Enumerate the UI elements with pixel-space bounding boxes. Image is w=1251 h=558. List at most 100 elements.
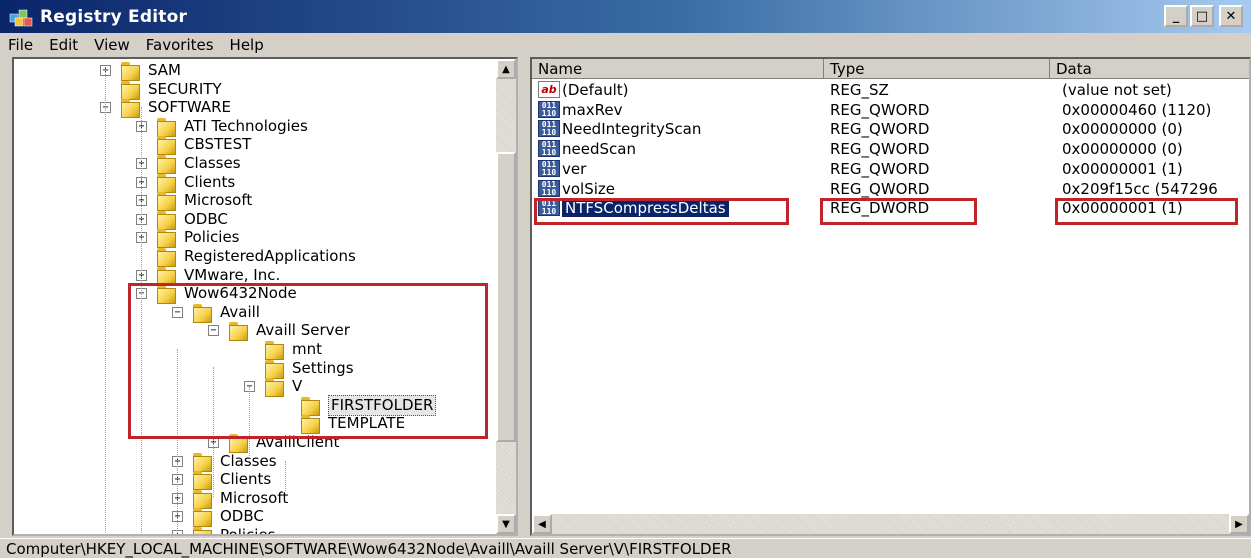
value-data: 0x00000000 (0)	[1062, 120, 1183, 139]
tree-node-label: mnt	[292, 340, 322, 358]
value-data: 0x00000460 (1120)	[1062, 100, 1212, 119]
value-name: needScan	[562, 140, 636, 159]
folder-icon	[154, 285, 176, 305]
values-list-pane[interactable]: Name Type Data ab (Default) REG_SZ (value n…	[530, 57, 1251, 536]
binary-value-icon: 011 110	[538, 159, 560, 177]
tree-node[interactable]: − Availl	[172, 303, 260, 323]
folder-icon	[190, 471, 212, 491]
tree-node[interactable]: − Wow6432Node	[136, 284, 297, 305]
collapse-minus-icon[interactable]: −	[208, 325, 219, 337]
tree-node[interactable]: + Microsoft	[136, 191, 252, 212]
status-bar-path: Computer\HKEY_LOCAL_MACHINE\SOFTWARE\Wow…	[0, 538, 1251, 558]
folder-icon	[118, 99, 140, 119]
registry-value-row[interactable]: 011 110 NeedIntegrityScan REG_QWORD 0x00000…	[532, 119, 1249, 139]
title-bar: Registry Editor _ □ ✕	[0, 0, 1251, 33]
tree-guide-line	[177, 349, 178, 534]
tree-node[interactable]: + ODBC	[172, 507, 264, 528]
tree-node[interactable]: + Policies	[136, 228, 240, 249]
tree-node[interactable]: + Clients	[172, 470, 272, 491]
value-data: (value not set)	[1062, 81, 1172, 99]
tree-node[interactable]: + ODBC	[136, 209, 228, 230]
registry-value-row[interactable]: 011 110 needScan REG_QWORD 0x00000000 (0)	[532, 139, 1249, 159]
tree-guide-line	[141, 107, 142, 534]
value-name: NTFSCompressDeltas	[562, 199, 729, 218]
tree-node[interactable]: + SAM	[100, 61, 182, 81]
tree-node[interactable]: mnt	[244, 340, 322, 360]
folder-icon	[154, 248, 176, 267]
tree-vertical-scrollbar[interactable]: ▲ ▼	[496, 59, 516, 534]
tree-node[interactable]: + Classes	[136, 154, 241, 174]
tree-node[interactable]: + Policies	[172, 526, 275, 534]
column-header-name[interactable]: Name	[532, 59, 824, 79]
tree-node-label: CBSTEST	[184, 135, 252, 154]
tree-node-label: FIRSTFOLDER	[328, 394, 437, 416]
tree-node[interactable]: + Classes	[172, 452, 277, 472]
folder-icon	[190, 489, 212, 509]
menu-file[interactable]: File	[0, 36, 41, 54]
value-data: 0x00000001 (1)	[1062, 199, 1183, 218]
key-tree-pane[interactable]: + SAM SECURITY − SOFTWARE + ATI Technologies CB…	[12, 57, 518, 536]
maximize-button[interactable]: □	[1190, 5, 1214, 27]
tree-node[interactable]: + AvaillClient	[208, 433, 339, 453]
scroll-up-arrow-icon[interactable]: ▲	[496, 59, 516, 79]
tree-node[interactable]: RegisteredApplications	[136, 247, 356, 267]
tree-node[interactable]: + Microsoft	[172, 488, 289, 509]
value-data: 0x00000000 (0)	[1062, 140, 1183, 159]
folder-icon	[154, 173, 176, 193]
tree-node[interactable]: + ATI Technologies	[136, 117, 308, 137]
value-name: (Default)	[562, 81, 629, 99]
tree-node-label: RegisteredApplications	[184, 247, 356, 265]
close-button[interactable]: ✕	[1219, 5, 1243, 27]
tree-node-label: Policies	[184, 228, 240, 247]
scroll-right-arrow-icon[interactable]: ▶	[1229, 514, 1249, 534]
tree-node[interactable]: − Availl Server	[208, 321, 350, 342]
tree-node-label: ODBC	[184, 209, 228, 228]
values-horizontal-scrollbar[interactable]: ◀ ▶	[532, 514, 1249, 534]
registry-value-row[interactable]: 011 110 ver REG_QWORD 0x00000001 (1)	[532, 159, 1249, 179]
value-name-cell: 011 110 volSize	[538, 179, 822, 199]
tree-node-label: SAM	[148, 61, 182, 79]
scroll-left-arrow-icon[interactable]: ◀	[532, 514, 552, 534]
tree-node[interactable]: SECURITY	[100, 80, 222, 100]
registry-value-row[interactable]: 011 110 NTFSCompressDeltas REG_DWORD 0x0000…	[532, 198, 1249, 218]
value-data: 0x209f15cc (547296	[1062, 179, 1218, 198]
tree-node[interactable]: + Clients	[136, 173, 235, 193]
tree-scroll-thumb[interactable]	[496, 152, 516, 442]
tree-guide-line	[249, 386, 250, 456]
value-name-cell: 011 110 ver	[538, 159, 822, 179]
scroll-down-arrow-icon[interactable]: ▼	[496, 514, 516, 534]
tree-node[interactable]: Settings	[244, 359, 354, 379]
registry-value-row[interactable]: 011 110 maxRev REG_QWORD 0x00000460 (1120)	[532, 100, 1249, 120]
menu-view[interactable]: View	[86, 36, 138, 54]
tree-node-label: Clients	[220, 470, 272, 489]
menu-favorites[interactable]: Favorites	[138, 36, 222, 54]
folder-icon	[190, 527, 212, 534]
collapse-minus-icon[interactable]: −	[172, 306, 183, 318]
tree-node[interactable]: − V	[244, 377, 302, 398]
minimize-button[interactable]: _	[1164, 5, 1188, 27]
tree-node[interactable]: CBSTEST	[136, 135, 252, 156]
binary-value-icon: 011 110	[538, 100, 560, 118]
menu-edit[interactable]: Edit	[41, 36, 86, 54]
column-header-data[interactable]: Data	[1050, 59, 1249, 79]
registry-value-row[interactable]: 011 110 volSize REG_QWORD 0x209f15cc (54729…	[532, 179, 1249, 199]
tree-node-label: ODBC	[220, 507, 264, 526]
tree-node[interactable]: TEMPLATE	[280, 414, 405, 435]
folder-icon	[298, 415, 320, 435]
tree-node[interactable]: + VMware, Inc.	[136, 266, 280, 286]
window-title: Registry Editor	[40, 6, 188, 27]
value-name: volSize	[562, 179, 616, 198]
tree-node-label: Microsoft	[220, 488, 289, 507]
folder-icon	[262, 341, 284, 360]
registry-value-row[interactable]: ab (Default) REG_SZ (value not set)	[532, 80, 1249, 100]
menu-bar: File Edit View Favorites Help	[0, 33, 1251, 57]
folder-icon	[118, 80, 140, 100]
column-header-type[interactable]: Type	[824, 59, 1050, 79]
tree-node-label: Availl Server	[256, 321, 350, 340]
menu-help[interactable]: Help	[222, 36, 272, 54]
tree-node[interactable]: FIRSTFOLDER	[280, 394, 437, 416]
binary-value-icon: 011 110	[538, 179, 560, 197]
tree-guide-line	[285, 461, 286, 491]
string-value-icon: ab	[538, 81, 560, 98]
tree-node[interactable]: − SOFTWARE	[100, 98, 231, 119]
